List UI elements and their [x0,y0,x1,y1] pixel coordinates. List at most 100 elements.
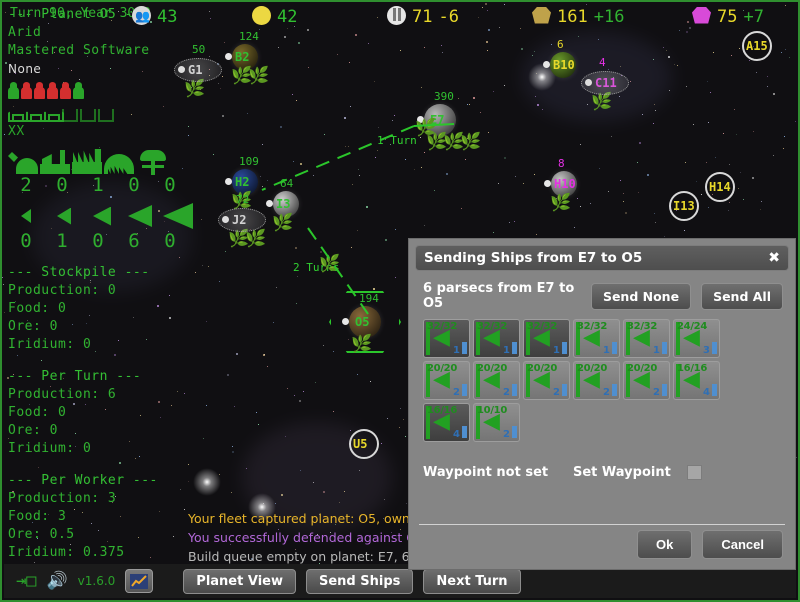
planet-info-panel: --- Planet O5 --- Arid Mastered Software… [8,6,198,562]
ship-tile[interactable]: ◀ 20/20 2 [423,361,470,400]
asteroid-field[interactable] [581,71,629,95]
ship-tile[interactable]: ◀ 32/32 1 [573,319,620,358]
ship-count-label: 2 [653,387,660,398]
dialog-title: Sending Ships from E7 to O5 [424,250,643,266]
next-turn-button[interactable]: Next Turn [423,568,521,594]
send-none-button[interactable]: Send None [590,282,692,310]
ship-hp-label: 16/16 [427,405,457,416]
ship-class-icon [122,205,158,227]
waypoint-row: Waypoint not set Set Waypoint [423,465,781,480]
ship-tile[interactable]: ◀ 32/32 1 [523,319,570,358]
send-all-button[interactable]: Send All [701,282,783,310]
ship-hp-label: 16/16 [677,363,707,374]
population-icons [8,81,198,99]
dome-icon [104,150,134,174]
production-values: 2 0 1 0 0 [8,174,198,196]
asteroid-field[interactable] [218,208,266,232]
ship-tile[interactable]: ◀ 32/32 1 [623,319,670,358]
tree-icon [136,150,166,175]
building-slot-empty [80,109,96,122]
close-icon[interactable]: ✖ [768,250,780,266]
ship-tile[interactable]: ◀ 16/16 4 [673,361,720,400]
resource-value: 161 [557,7,588,27]
ship-hp-label: 32/32 [527,321,557,332]
building-slot-empty [62,109,78,122]
ship-fuel-bar [712,384,717,396]
production-value: 2 [20,174,32,196]
ship-grid[interactable]: ◀ 32/32 1 ◀ 32/32 1 ◀ 32/32 1 ◀ 32/32 1 ◀ 32/32 1 ◀ 24/2… [409,311,769,442]
ship-tile[interactable]: ◀ 16/16 4 [423,403,470,442]
per-turn-header: --- Per Turn --- [8,369,142,384]
resource-delta: -6 [438,7,459,27]
building-slot [26,109,42,122]
ship-hp-label: 20/20 [427,363,457,374]
game-window: Turn 90, Year 3090 👥 43 42 71 -6 161 +16 75 +7 -… [0,0,800,602]
ship-fuel-bar [462,384,467,396]
mining-icon [8,150,38,174]
resource-delta: +16 [593,7,625,27]
ship-class-icon [84,206,120,226]
ship-hp-label: 32/32 [627,321,657,332]
ship-count-label: 1 [503,345,510,356]
ship-count-label: 1 [653,345,660,356]
ship-fuel-bar [662,342,667,354]
ship-class-icon [8,209,44,223]
ship-count: 0 [92,230,104,252]
per-worker-header: --- Per Worker --- [8,473,158,488]
ship-tile[interactable]: ◀ 20/20 2 [523,361,570,400]
ship-tile[interactable]: ◀ 20/20 2 [573,361,620,400]
ship-tile[interactable]: ◀ 20/20 2 [623,361,670,400]
ship-count: 6 [128,230,140,252]
ship-hp-label: 32/32 [477,321,507,332]
stockpile-line: Ore: 0 [8,319,58,334]
chart-icon[interactable] [125,569,154,593]
ship-count-label: 2 [553,387,560,398]
ok-button[interactable]: Ok [637,530,693,559]
resource-value: 75 [717,7,738,27]
ship-tile[interactable]: ◀ 24/24 3 [673,319,720,358]
version-label: v1.6.0 [77,574,116,588]
ship-fuel-bar [512,384,517,396]
ship-fuel-bar [712,342,717,354]
ship-hp-label: 20/20 [577,363,607,374]
parsecs-label: 6 parsecs from E7 to O5 [423,281,575,311]
resource-value: 42 [277,7,298,27]
exit-icon[interactable]: ⇥□ [16,571,36,591]
sound-icon[interactable]: 🔊 [46,571,67,591]
population-unit [60,82,71,99]
building-icons [8,104,198,122]
dialog-buttons: Ok Cancel [637,530,783,559]
production-value: 1 [92,174,104,196]
building-slot-empty [98,109,114,122]
ship-fuel-bar [612,384,617,396]
stockpile-header: --- Stockpile --- [8,265,150,280]
per-worker-line: Iridium: 0.375 [8,545,125,560]
population-unit [73,82,84,99]
ship-tile[interactable]: ◀ 20/20 2 [473,361,520,400]
ship-tile[interactable]: ◀ 32/32 1 [423,319,470,358]
ship-hp-label: 20/20 [527,363,557,374]
ship-fuel-bar [562,342,567,354]
ship-hp-label: 32/32 [427,321,457,332]
resource-value: 43 [157,7,178,27]
ship-tile[interactable]: ◀ 10/10 2 [473,403,520,442]
refinery-icon [40,150,70,174]
message-log: Your fleet captured planet: O5, owned b Y… [188,509,443,566]
ship-tile[interactable]: ◀ 32/32 1 [473,319,520,358]
population-unit [21,82,32,99]
cancel-button[interactable]: Cancel [702,530,783,559]
building-slot [44,109,60,122]
sun-icon [252,5,271,29]
ore-icon [532,6,551,28]
planet-view-button[interactable]: Planet View [183,568,296,594]
ship-count: 0 [164,230,176,252]
log-message: You successfully defended against Comp [188,530,443,545]
ship-hp-label: 24/24 [677,321,707,332]
set-waypoint-label: Set Waypoint [573,465,671,480]
turn-indicator: Turn 90, Year 3090 [10,6,151,21]
set-waypoint-checkbox[interactable] [686,465,702,480]
planet-owner: Mastered Software [8,43,150,58]
ship-count-label: 2 [503,429,510,440]
send-ships-button[interactable]: Send Ships [305,568,414,594]
ship-hp-label: 20/20 [627,363,657,374]
